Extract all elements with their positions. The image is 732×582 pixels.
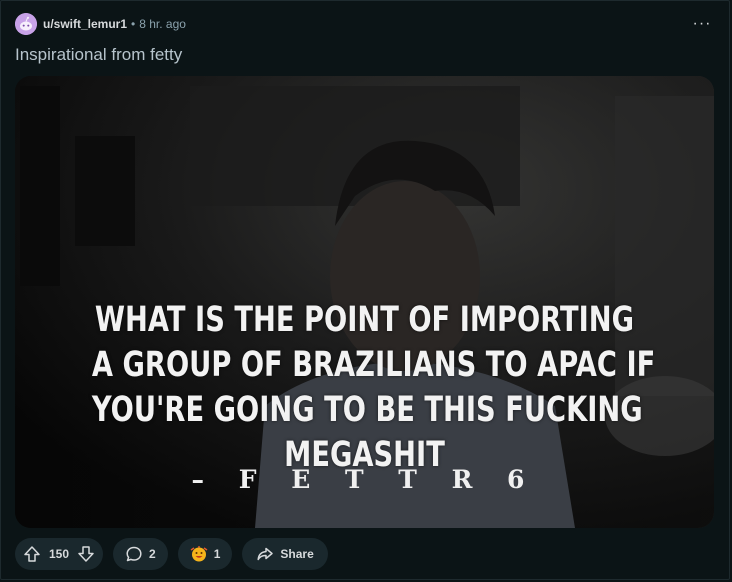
share-arrow-icon bbox=[256, 545, 274, 563]
post-header: u/swift_lemur1 • 8 hr. ago ··· bbox=[15, 11, 715, 37]
meme-caption: WHAT IS THE POINT OF IMPORTING A GROUP O… bbox=[91, 298, 656, 478]
more-horizontal-icon: ··· bbox=[692, 15, 712, 32]
user-avatar[interactable] bbox=[15, 13, 37, 35]
caption-line: YOU'RE GOING TO BE THIS FUCKING bbox=[91, 390, 643, 430]
post-action-bar: 150 2 1 Share bbox=[15, 538, 328, 570]
upvote-arrow-icon[interactable] bbox=[23, 545, 41, 563]
snoo-icon bbox=[15, 13, 37, 35]
downvote-arrow-icon[interactable] bbox=[77, 545, 95, 563]
post-title[interactable]: Inspirational from fetty bbox=[15, 45, 182, 65]
comment-bubble-icon bbox=[125, 545, 143, 563]
comments-button[interactable]: 2 bbox=[113, 538, 168, 570]
post-timestamp: 8 hr. ago bbox=[139, 17, 186, 31]
vote-count: 150 bbox=[49, 547, 70, 561]
award-emoji-icon bbox=[190, 545, 208, 563]
share-button[interactable]: Share bbox=[242, 538, 328, 570]
post-card: u/swift_lemur1 • 8 hr. ago ··· Inspirati… bbox=[0, 0, 730, 580]
caption-line: A GROUP OF BRAZILIANS TO APAC IF bbox=[91, 345, 656, 385]
meme-signature: – F E T T R 6 bbox=[191, 465, 538, 494]
caption-line: WHAT IS THE POINT OF IMPORTING bbox=[94, 300, 635, 340]
vote-control: 150 bbox=[15, 538, 104, 570]
post-image[interactable]: WHAT IS THE POINT OF IMPORTING A GROUP O… bbox=[15, 76, 714, 528]
award-button[interactable]: 1 bbox=[177, 538, 233, 570]
more-options-button[interactable]: ··· bbox=[689, 11, 715, 37]
comment-count: 2 bbox=[149, 547, 156, 561]
post-author[interactable]: u/swift_lemur1 bbox=[43, 17, 127, 31]
meta-separator: • bbox=[131, 17, 136, 31]
award-count: 1 bbox=[213, 547, 221, 561]
share-label: Share bbox=[280, 547, 314, 561]
